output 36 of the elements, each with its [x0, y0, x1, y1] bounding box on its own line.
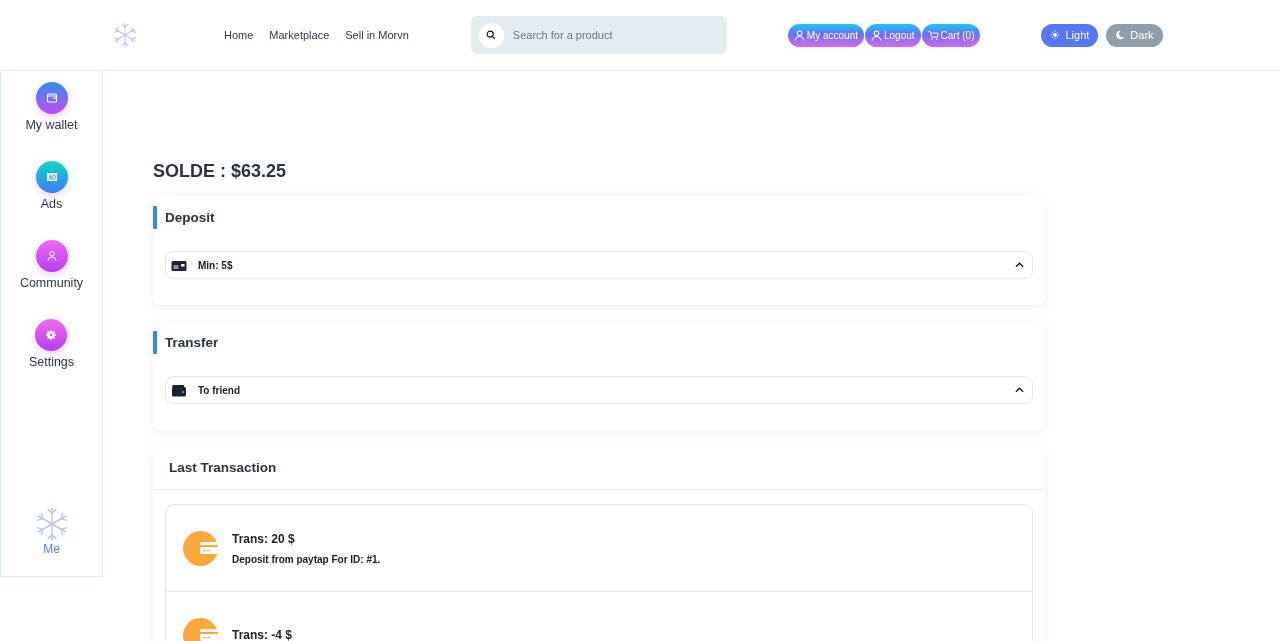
section-title: Deposit [165, 210, 215, 225]
user-icon [45, 250, 58, 262]
gear-icon [45, 329, 58, 341]
transaction-description: Deposit from paytap For ID: #1. [232, 553, 381, 565]
nav-link[interactable]: Marketplace [269, 29, 330, 41]
transaction-amount: Trans: 20 $ [232, 531, 296, 546]
sun-icon [1050, 30, 1061, 40]
section-title: Last Transaction [153, 446, 1045, 490]
cart-button[interactable]: Cart (0) [921, 23, 981, 47]
moon-icon [1115, 30, 1126, 40]
balance-heading: SOLDE : $63.25 [153, 161, 288, 182]
sidebar-item[interactable]: Community [19, 240, 84, 290]
user-icon [871, 29, 882, 41]
nav-link[interactable]: Home [224, 29, 254, 41]
wallet-icon [171, 383, 187, 397]
account-button[interactable]: Logout [865, 23, 921, 47]
card-icon [171, 258, 187, 272]
transaction-amount: Trans: -4 $ [232, 628, 293, 641]
snowflake-icon [112, 22, 138, 48]
card-icon [183, 530, 218, 566]
option-label: To friend [198, 384, 242, 396]
theme-button[interactable]: Light [1041, 23, 1099, 47]
section-title: Transfer [165, 335, 219, 350]
sidebar-item[interactable]: Settings [28, 319, 75, 369]
account-button[interactable]: My account [787, 23, 864, 47]
nav-link[interactable]: Sell in Morvn [345, 29, 409, 41]
cart-icon [927, 29, 939, 41]
wallet-icon [45, 92, 58, 104]
search-field[interactable]: Search for a product [470, 16, 727, 54]
user-icon [793, 29, 805, 41]
accordion-row[interactable]: Min: 5$ [165, 251, 1033, 279]
ad-icon [45, 171, 58, 183]
profile-link[interactable]: Me [33, 506, 70, 556]
accordion-row[interactable]: To friend [165, 376, 1033, 404]
sidebar-item[interactable]: My wallet [25, 82, 78, 132]
option-label: Min: 5$ [198, 259, 234, 271]
